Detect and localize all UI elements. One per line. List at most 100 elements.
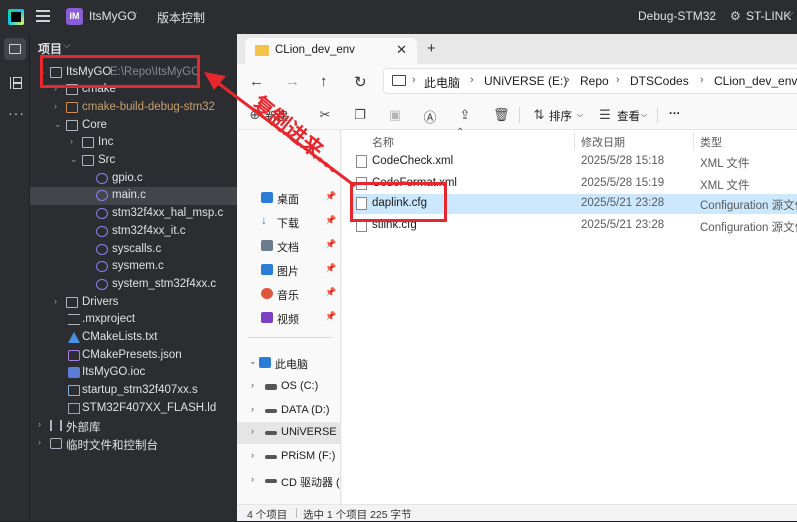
ioc-file-icon xyxy=(68,367,80,378)
forward-button[interactable]: → xyxy=(285,73,300,90)
status-bar: 4 个项目 | 选中 1 个项目 225 字节 xyxy=(237,504,797,521)
breadcrumb-item[interactable]: CLion_dev_env xyxy=(714,74,797,88)
sort-indicator-icon: ⌃ xyxy=(456,127,465,138)
tree-item-external-libs[interactable]: › 外部库 xyxy=(30,417,237,435)
back-button[interactable]: ← xyxy=(249,73,264,90)
file-row[interactable]: CodeCheck.xml 2025/5/28 15:18 XML 文件 xyxy=(352,152,797,172)
more-icon: ··· xyxy=(8,105,25,121)
tree-item-file[interactable]: sysmem.c xyxy=(30,258,237,276)
address-bar[interactable]: › 此电脑 › UNiVERSE (E:) › Repo › DTSCodes … xyxy=(383,68,797,94)
chevron-down-icon: ⌵ xyxy=(706,8,714,19)
main-menu-icon[interactable] xyxy=(36,10,50,22)
c-file-icon xyxy=(96,279,108,290)
more-tools-button[interactable]: ··· xyxy=(4,100,26,122)
cut-icon[interactable]: ✂ xyxy=(317,107,333,123)
new-tab-button[interactable]: + xyxy=(427,40,436,57)
project-tool-button[interactable] xyxy=(4,38,26,60)
structure-tool-button[interactable] xyxy=(4,72,26,94)
pin-icon: 📌 xyxy=(325,287,337,297)
pictures-icon xyxy=(261,264,273,275)
tree-item-drivers[interactable]: › Drivers xyxy=(30,294,237,312)
column-header-type[interactable]: 类型 xyxy=(700,134,722,150)
column-header-date[interactable]: 修改日期 xyxy=(581,134,625,150)
pin-icon: 📌 xyxy=(325,215,337,225)
tree-item-core[interactable]: ⌄ Core xyxy=(30,117,237,135)
item-count: 4 个项目 xyxy=(247,509,288,521)
copy-icon[interactable]: ❐ xyxy=(352,107,368,123)
quick-access-item[interactable]: 音乐 📌 xyxy=(237,283,340,305)
up-button[interactable]: ↑ xyxy=(320,73,328,90)
clion-logo-icon xyxy=(8,9,24,25)
tree-item-scratches[interactable]: › 临时文件和控制台 xyxy=(30,435,237,453)
tree-item-file[interactable]: CMakePresets.json xyxy=(30,347,237,365)
tree-item-file[interactable]: gpio.c xyxy=(30,170,237,188)
chevron-down-icon[interactable]: ⌵ xyxy=(63,40,71,51)
breadcrumb-item[interactable]: UNiVERSE (E:) xyxy=(484,74,567,88)
tree-item-file[interactable]: stm32f4xx_it.c xyxy=(30,223,237,241)
video-icon xyxy=(261,312,273,323)
run-config-dropdown[interactable]: Debug-STM32 xyxy=(638,9,716,23)
drive-icon xyxy=(265,409,277,413)
xml-file-icon xyxy=(356,155,367,168)
quick-access-item[interactable]: 视频 📌 xyxy=(237,307,340,329)
column-header-name[interactable]: 名称 xyxy=(372,134,394,150)
this-pc-item[interactable]: ⌄ 此电脑 xyxy=(237,352,340,374)
tree-item-build-dir[interactable]: › cmake-build-debug-stm32 xyxy=(30,99,237,117)
tree-item-file[interactable]: CMakeLists.txt xyxy=(30,329,237,347)
tree-item-file-selected[interactable]: main.c xyxy=(30,187,237,205)
tree-item-file[interactable]: ItsMyGO.ioc xyxy=(30,364,237,382)
explorer-tab[interactable]: CLion_dev_env ✕ xyxy=(245,38,417,64)
c-file-icon xyxy=(96,226,108,237)
tree-item-file[interactable]: STM32F407XX_FLASH.ld xyxy=(30,400,237,418)
drive-item[interactable]: › CD 驱动器 (G:) xyxy=(237,470,340,492)
drive-item[interactable]: › PRiSM (F:) xyxy=(237,446,340,468)
tree-item-file[interactable]: stm32f4xx_hal_msp.c xyxy=(30,205,237,223)
chevron-down-icon: ⌵ xyxy=(786,8,794,19)
quick-access-item[interactable]: ↓ 下载 📌 xyxy=(237,211,340,233)
paste-icon[interactable]: ▣ xyxy=(387,107,403,123)
view-button[interactable]: 查看 xyxy=(617,108,640,124)
tree-item-file[interactable]: startup_stm32f407xx.s xyxy=(30,382,237,400)
music-icon xyxy=(261,288,273,299)
quick-access-item[interactable]: 桌面 📌 xyxy=(237,187,340,209)
project-badge[interactable]: IM xyxy=(66,8,83,25)
debugger-dropdown[interactable]: ST-LINK xyxy=(746,9,791,23)
chevron-down-icon: ⌄ xyxy=(54,119,62,129)
tree-item-file[interactable]: system_stm32f4xx.c xyxy=(30,276,237,294)
scratch-icon xyxy=(50,438,62,449)
chevron-down-icon: ⌄ xyxy=(249,356,257,366)
c-file-icon xyxy=(96,261,108,272)
explorer-tabbar: CLion_dev_env ✕ + xyxy=(237,34,797,64)
explorer-toolbar: ⊕ 新建 ✂ ❐ ▣ Ⓐ ⇪ 🗑 ⇅ 排序 ⌵ ☰ 查看 ⌵ ··· xyxy=(237,100,797,130)
close-icon[interactable]: ✕ xyxy=(396,42,407,58)
more-button[interactable]: ··· xyxy=(669,108,681,120)
rename-icon[interactable]: Ⓐ xyxy=(422,107,438,125)
breadcrumb-item[interactable]: 此电脑 xyxy=(424,74,460,91)
structure-icon xyxy=(10,77,22,89)
folder-icon xyxy=(255,45,269,56)
sort-button[interactable]: 排序 xyxy=(549,108,572,124)
folder-icon xyxy=(82,155,94,166)
quick-access-item[interactable]: 文档 📌 xyxy=(237,235,340,257)
delete-icon[interactable]: 🗑 xyxy=(493,107,510,123)
quick-access-item[interactable]: 图片 📌 xyxy=(237,259,340,281)
breadcrumb-item[interactable]: Repo xyxy=(580,74,609,88)
tree-item-src[interactable]: ⌄ Src xyxy=(30,152,237,170)
folder-icon xyxy=(66,102,78,113)
drive-item[interactable]: › DATA (D:) xyxy=(237,400,340,422)
navigation-pane: 桌面 📌 ↓ 下载 📌 文档 📌 图片 📌 音乐 📌 视频 📌 ⌄ 此电脑 › … xyxy=(237,130,341,504)
drive-item-selected[interactable]: › UNiVERSE (E:) xyxy=(237,422,340,444)
pin-icon: 📌 xyxy=(325,311,337,321)
debugger-icon: ⚙ xyxy=(730,9,741,23)
share-icon[interactable]: ⇪ xyxy=(457,107,473,123)
folder-icon xyxy=(9,44,21,54)
drive-item[interactable]: › OS (C:) xyxy=(237,376,340,398)
selection-info: 选中 1 个项目 225 字节 xyxy=(303,509,412,521)
tree-item-file[interactable]: .mxproject xyxy=(30,311,237,329)
breadcrumb-item[interactable]: DTSCodes xyxy=(630,74,689,88)
pin-icon: 📌 xyxy=(325,191,337,201)
tool-window-strip: ··· xyxy=(0,34,30,521)
refresh-button[interactable]: ↻ xyxy=(354,73,367,91)
tree-item-file[interactable]: syscalls.c xyxy=(30,241,237,259)
tree-item-inc[interactable]: › Inc xyxy=(30,134,237,152)
